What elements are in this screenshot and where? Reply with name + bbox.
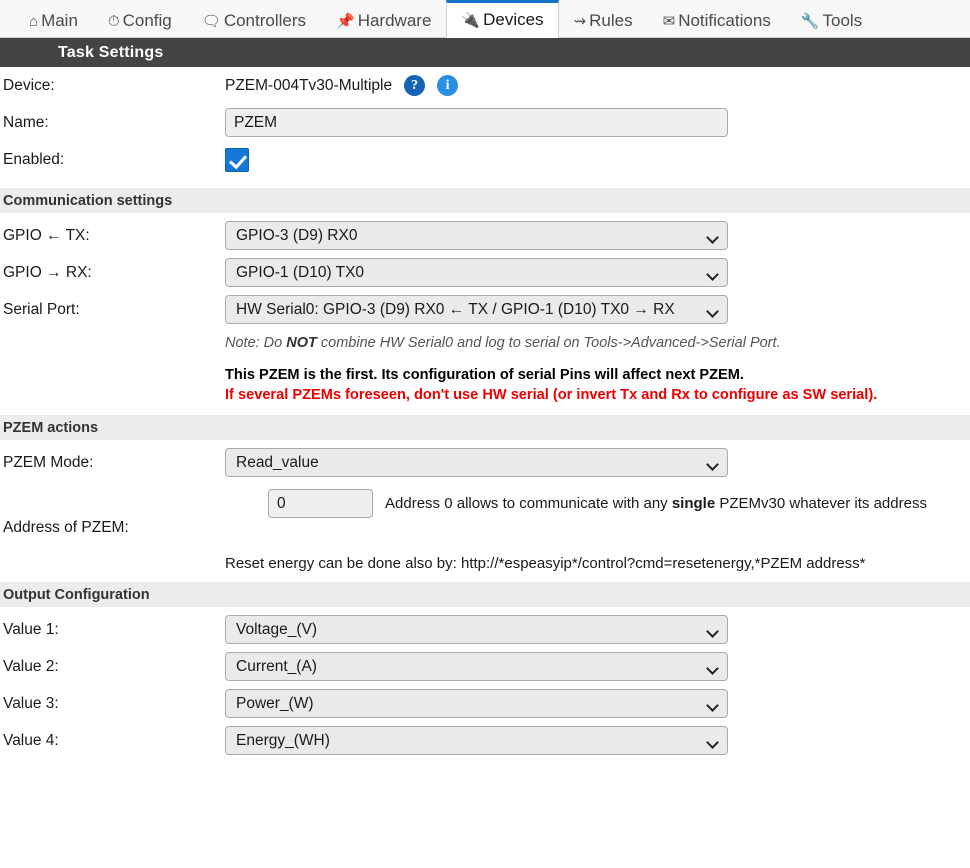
- gpio-rx-row: GPIO → RX: GPIO-1 (D10) TX0: [0, 254, 970, 291]
- plug-icon: 🔌: [461, 11, 481, 29]
- value-4-select[interactable]: Energy_(WH): [225, 726, 728, 756]
- value-1-select-wrap: Voltage_(V): [225, 615, 728, 645]
- tab-label: Devices: [483, 10, 544, 29]
- value-1-label: Value 1:: [3, 620, 59, 638]
- section-output-configuration: Output Configuration: [0, 582, 970, 608]
- tab-label: Notifications: [678, 11, 771, 30]
- gpio-rx-select-wrap: GPIO-1 (D10) TX0: [225, 258, 728, 287]
- pzem-mode-select[interactable]: Read_value: [225, 448, 728, 478]
- pzem-address-input[interactable]: [268, 489, 374, 519]
- value-1-row: Value 1: Voltage_(V): [0, 611, 970, 648]
- gpio-tx-label: GPIO ← TX:: [3, 226, 90, 244]
- tab-controllers[interactable]: 🗨 Controllers: [187, 4, 321, 37]
- home-icon: ⌂: [29, 12, 39, 30]
- serial-note-prefix: Note: Do: [225, 335, 287, 351]
- tab-hardware[interactable]: 📌 Hardware: [321, 4, 446, 37]
- task-settings-form: Device: PZEM-004Tv30-Multiple ? i Name: …: [0, 67, 970, 759]
- section-communication-settings: Communication settings: [0, 188, 970, 213]
- tab-label: Hardware: [357, 11, 432, 30]
- pzem-address-hint: Address 0 allows to communicate with any…: [385, 495, 927, 512]
- enabled-row: Enabled:: [0, 141, 970, 178]
- hint-suffix: PZEMv30 whatever its address: [715, 495, 927, 513]
- value-2-select-wrap: Current_(A): [225, 652, 728, 682]
- pzem-warning-primary: This PZEM is the first. Its configuratio…: [225, 367, 744, 383]
- value-2-row: Value 2: Current_(A): [0, 648, 970, 685]
- tab-label: Tools: [822, 11, 863, 30]
- enabled-checkbox[interactable]: [225, 147, 249, 172]
- serial-port-select-wrap: HW Serial0: GPIO-3 (D9) RX0 ← TX / GPIO-…: [225, 295, 728, 324]
- envelope-icon: ✉: [662, 12, 676, 30]
- name-row: Name:: [0, 104, 970, 141]
- value-3-select[interactable]: Power_(W): [225, 689, 728, 719]
- tab-notifications[interactable]: ✉ Notifications: [648, 4, 786, 37]
- serial-note-suffix: combine HW Serial0 and log to serial on …: [316, 335, 781, 351]
- tab-devices[interactable]: 🔌 Devices: [446, 0, 559, 38]
- wrench-icon: 🔧: [800, 12, 820, 30]
- gpio-tx-select-wrap: GPIO-3 (D9) RX0: [225, 221, 728, 250]
- tab-label: Config: [122, 11, 172, 30]
- pzem-warning-secondary: If several PZEMs foreseen, don't use HW …: [225, 386, 878, 403]
- name-label: Name:: [3, 113, 49, 131]
- pzem-mode-select-wrap: Read_value: [225, 448, 728, 478]
- serial-port-select[interactable]: HW Serial0: GPIO-3 (D9) RX0 ← TX / GPIO-…: [225, 295, 728, 324]
- pzem-mode-row: PZEM Mode: Read_value: [0, 444, 970, 481]
- page-title: Task Settings: [58, 43, 164, 61]
- section-pzem-actions: PZEM actions: [0, 415, 970, 441]
- tab-main[interactable]: ⌂ Main: [14, 4, 93, 37]
- reset-energy-note: Reset energy can be done also by: http:/…: [225, 555, 866, 573]
- pushpin-icon: 📌: [336, 12, 355, 30]
- gpio-tx-row: GPIO ← TX: GPIO-3 (D9) RX0: [0, 217, 970, 254]
- pzem-address-input-group: Address 0 allows to communicate with any…: [268, 489, 927, 519]
- serial-note: Note: Do NOT combine HW Serial0 and log …: [0, 335, 970, 351]
- speech-bubble-icon: 🗨: [201, 12, 221, 30]
- device-name-value: PZEM-004Tv30-Multiple: [225, 76, 393, 94]
- gpio-rx-select[interactable]: GPIO-1 (D10) TX0: [225, 258, 728, 287]
- value-4-select-wrap: Energy_(WH): [225, 726, 728, 756]
- value-3-label: Value 3:: [3, 694, 59, 712]
- hint-emphasis: single: [671, 495, 716, 513]
- gear-icon: ⏱: [107, 12, 120, 30]
- tab-rules[interactable]: ⇝ Rules: [559, 4, 648, 37]
- pzem-address-label: Address of PZEM:: [3, 519, 129, 537]
- tab-label: Controllers: [223, 11, 307, 30]
- device-label: Device:: [3, 76, 55, 94]
- arrow-right-icon: ⇝: [573, 12, 587, 30]
- main-navigation: ⌂ Main ⏱ Config 🗨 Controllers 📌 Hardware…: [0, 0, 970, 38]
- tab-label: Main: [41, 11, 78, 30]
- enabled-label: Enabled:: [3, 150, 65, 168]
- pzem-address-row: Address of PZEM: Address 0 allows to com…: [0, 481, 970, 543]
- tab-label: Rules: [589, 11, 633, 30]
- serial-note-emphasis: NOT: [286, 335, 317, 351]
- pzem-warning-block: This PZEM is the first. Its configuratio…: [0, 366, 970, 405]
- value-4-row: Value 4: Energy_(WH): [0, 722, 970, 759]
- pzem-mode-label: PZEM Mode:: [3, 453, 94, 471]
- device-row: Device: PZEM-004Tv30-Multiple ? i: [0, 67, 970, 104]
- hint-prefix: Address 0 allows to communicate with any: [385, 495, 672, 513]
- value-4-label: Value 4:: [3, 731, 59, 749]
- serial-port-label: Serial Port:: [3, 300, 80, 318]
- name-input[interactable]: [225, 108, 728, 137]
- tab-tools[interactable]: 🔧 Tools: [786, 4, 877, 37]
- info-icon[interactable]: i: [437, 75, 459, 96]
- help-icon[interactable]: ?: [404, 75, 426, 96]
- value-3-row: Value 3: Power_(W): [0, 685, 970, 722]
- gpio-tx-select[interactable]: GPIO-3 (D9) RX0: [225, 221, 728, 250]
- serial-port-row: Serial Port: HW Serial0: GPIO-3 (D9) RX0…: [0, 291, 970, 328]
- gpio-rx-label: GPIO → RX:: [3, 263, 92, 281]
- value-2-label: Value 2:: [3, 657, 59, 675]
- tab-config[interactable]: ⏱ Config: [93, 4, 187, 37]
- value-1-select[interactable]: Voltage_(V): [225, 615, 728, 645]
- value-3-select-wrap: Power_(W): [225, 689, 728, 719]
- page-title-bar: Task Settings: [0, 38, 970, 67]
- value-2-select[interactable]: Current_(A): [225, 652, 728, 682]
